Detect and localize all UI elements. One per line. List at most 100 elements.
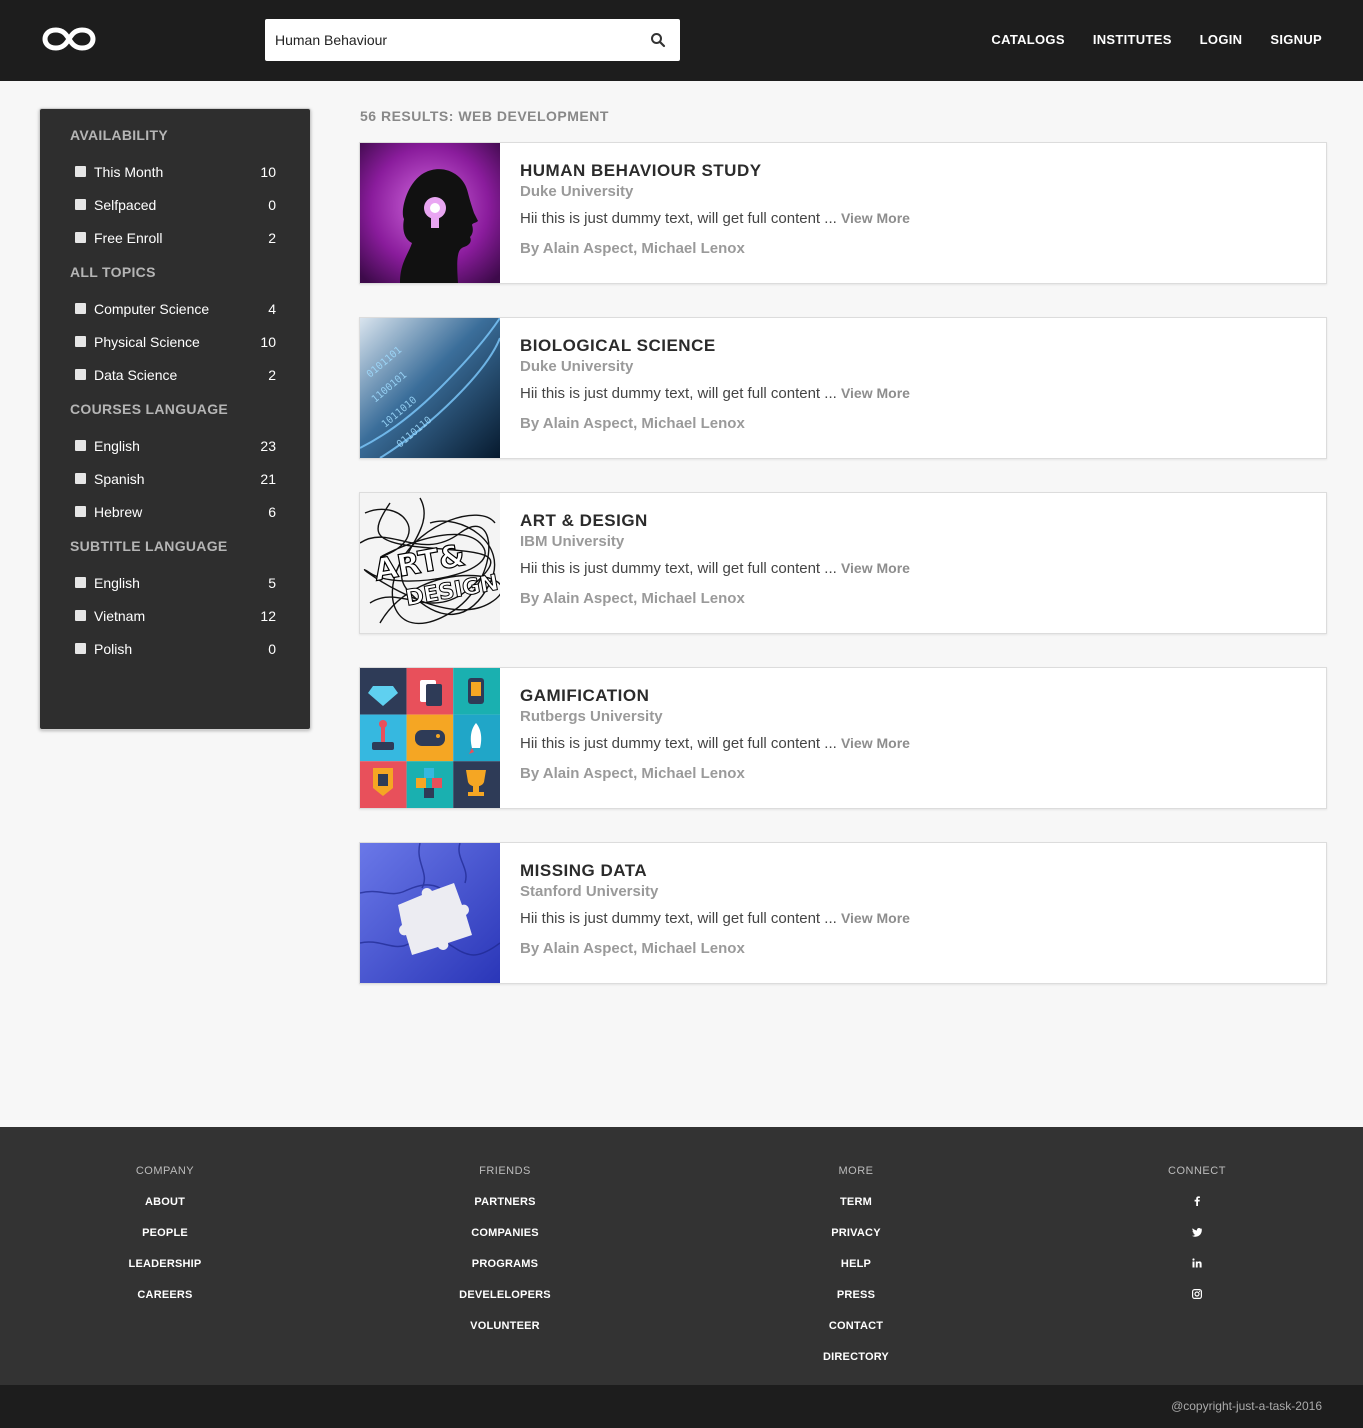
filter-count: 2 — [268, 229, 276, 246]
course-card[interactable]: MISSING DATA Stanford University Hii thi… — [359, 842, 1327, 984]
course-thumbnail[interactable] — [360, 843, 500, 983]
checkbox[interactable] — [75, 369, 86, 380]
footer-link-contact[interactable]: CONTACT — [756, 1320, 956, 1351]
footer-link-partners[interactable]: PARTNERS — [405, 1196, 605, 1227]
filter-option-vietnam[interactable]: Vietnam 12 — [70, 599, 280, 632]
linkedin-icon[interactable] — [1097, 1258, 1297, 1289]
course-thumbnail[interactable] — [360, 143, 500, 283]
footer-link-about[interactable]: ABOUT — [65, 1196, 265, 1227]
filter-group-topics: ALL TOPICS Computer Science 4 Physical Sc… — [70, 264, 280, 391]
course-description: Hii this is just dummy text, will get fu… — [520, 210, 910, 227]
course-card[interactable]: HUMAN BEHAVIOUR STUDY Duke University Hi… — [359, 142, 1327, 284]
checkbox[interactable] — [75, 336, 86, 347]
course-authors: By Alain Aspect, Michael Lenox — [520, 940, 745, 957]
twitter-icon[interactable] — [1097, 1227, 1297, 1258]
checkbox[interactable] — [75, 199, 86, 210]
infinity-logo-icon[interactable] — [42, 26, 96, 52]
filter-label: Computer Science — [94, 300, 210, 317]
course-card[interactable]: 0101101 1100101 1011010 0110110 BIOLOGIC… — [359, 317, 1327, 459]
checkbox[interactable] — [75, 166, 86, 177]
filter-option-hebrew[interactable]: Hebrew 6 — [70, 495, 280, 528]
view-more-link[interactable]: View More — [841, 210, 910, 226]
checkbox[interactable] — [75, 643, 86, 654]
course-card[interactable]: ART& DESIGN ART & DESIGN IBM University … — [359, 492, 1327, 634]
checkbox[interactable] — [75, 577, 86, 588]
checkbox[interactable] — [75, 303, 86, 314]
course-card[interactable]: GAMIFICATION Rutbergs University Hii thi… — [359, 667, 1327, 809]
filter-option-english[interactable]: English 23 — [70, 429, 280, 462]
checkbox[interactable] — [75, 440, 86, 451]
filter-option-selfpaced[interactable]: Selfpaced 0 — [70, 188, 280, 221]
filter-label: Polish — [94, 640, 133, 657]
course-description-text: Hii this is just dummy text, will get fu… — [520, 385, 837, 402]
instagram-icon[interactable] — [1097, 1289, 1297, 1320]
footer-link-privacy[interactable]: PRIVACY — [756, 1227, 956, 1258]
footer-link-developers[interactable]: DEVELELOPERS — [405, 1289, 605, 1320]
view-more-link[interactable]: View More — [841, 385, 910, 401]
filter-group-title: SUBTITLE LANGUAGE — [70, 538, 228, 554]
course-thumbnail[interactable] — [360, 668, 500, 808]
filter-label: Spanish — [94, 470, 145, 487]
course-title[interactable]: BIOLOGICAL SCIENCE — [520, 336, 910, 356]
filter-option-free-enroll[interactable]: Free Enroll 2 — [70, 221, 280, 254]
filter-count: 12 — [260, 607, 276, 624]
view-more-link[interactable]: View More — [841, 735, 910, 751]
footer-link-term[interactable]: TERM — [756, 1196, 956, 1227]
main-nav: CATALOGS INSTITUTES LOGIN SIGNUP — [991, 32, 1322, 47]
course-description-text: Hii this is just dummy text, will get fu… — [520, 210, 837, 227]
footer-link-press[interactable]: PRESS — [756, 1289, 956, 1320]
course-title[interactable]: HUMAN BEHAVIOUR STUDY — [520, 161, 910, 181]
course-university: Rutbergs University — [520, 708, 663, 725]
filter-option-polish[interactable]: Polish 0 — [70, 632, 280, 665]
filter-label: Vietnam — [94, 607, 146, 624]
filter-group-subtitle-language: SUBTITLE LANGUAGE English 5 Vietnam 12 Pol… — [70, 538, 280, 665]
checkbox[interactable] — [75, 610, 86, 621]
course-thumbnail[interactable]: ART& DESIGN — [360, 493, 500, 633]
filter-option-physical-science[interactable]: Physical Science 10 — [70, 325, 280, 358]
footer-link-directory[interactable]: DIRECTORY — [756, 1351, 956, 1382]
filter-option-computer-science[interactable]: Computer Science 4 — [70, 292, 280, 325]
course-university: Duke University — [520, 358, 634, 375]
search-icon[interactable] — [650, 32, 666, 48]
footer-column-more: MORE TERM PRIVACY HELP PRESS CONTACT DIR… — [756, 1165, 956, 1382]
filter-option-spanish[interactable]: Spanish 21 — [70, 462, 280, 495]
facebook-icon[interactable] — [1097, 1196, 1297, 1227]
course-description-text: Hii this is just dummy text, will get fu… — [520, 560, 837, 577]
footer-column-title: FRIENDS — [479, 1165, 531, 1177]
checkbox[interactable] — [75, 232, 86, 243]
nav-login[interactable]: LOGIN — [1200, 32, 1243, 47]
checkbox[interactable] — [75, 506, 86, 517]
view-more-link[interactable]: View More — [841, 910, 910, 926]
footer-link-companies[interactable]: COMPANIES — [405, 1227, 605, 1258]
search-box — [265, 19, 680, 61]
view-more-link[interactable]: View More — [841, 560, 910, 576]
footer-link-leadership[interactable]: LEADERSHIP — [65, 1258, 265, 1289]
footer-link-people[interactable]: PEOPLE — [65, 1227, 265, 1258]
footer-column-connect: CONNECT — [1097, 1165, 1297, 1320]
filter-count: 21 — [260, 470, 276, 487]
filter-option-this-month[interactable]: This Month 10 — [70, 155, 280, 188]
checkbox[interactable] — [75, 473, 86, 484]
footer-link-help[interactable]: HELP — [756, 1258, 956, 1289]
course-thumbnail[interactable]: 0101101 1100101 1011010 0110110 — [360, 318, 500, 458]
course-title[interactable]: MISSING DATA — [520, 861, 910, 881]
filter-count: 0 — [268, 196, 276, 213]
nav-catalogs[interactable]: CATALOGS — [991, 32, 1064, 47]
course-info: HUMAN BEHAVIOUR STUDY Duke University Hi… — [520, 161, 910, 257]
footer-link-volunteer[interactable]: VOLUNTEER — [405, 1320, 605, 1351]
nav-institutes[interactable]: INSTITUTES — [1093, 32, 1172, 47]
nav-signup[interactable]: SIGNUP — [1270, 32, 1322, 47]
filter-label: Free Enroll — [94, 229, 163, 246]
filter-label: Hebrew — [94, 503, 143, 520]
filter-option-data-science[interactable]: Data Science 2 — [70, 358, 280, 391]
course-authors: By Alain Aspect, Michael Lenox — [520, 240, 745, 257]
copyright-text: @copyright-just-a-task-2016 — [1171, 1399, 1322, 1413]
footer-link-programs[interactable]: PROGRAMS — [405, 1258, 605, 1289]
course-title[interactable]: GAMIFICATION — [520, 686, 910, 706]
course-authors: By Alain Aspect, Michael Lenox — [520, 590, 745, 607]
filter-option-subtitle-english[interactable]: English 5 — [70, 566, 280, 599]
footer-link-careers[interactable]: CAREERS — [65, 1289, 265, 1320]
course-title[interactable]: ART & DESIGN — [520, 511, 910, 531]
search-input[interactable] — [275, 19, 635, 61]
filter-group-availability: AVAILABILITY This Month 10 Selfpaced 0 Fre… — [70, 127, 280, 254]
